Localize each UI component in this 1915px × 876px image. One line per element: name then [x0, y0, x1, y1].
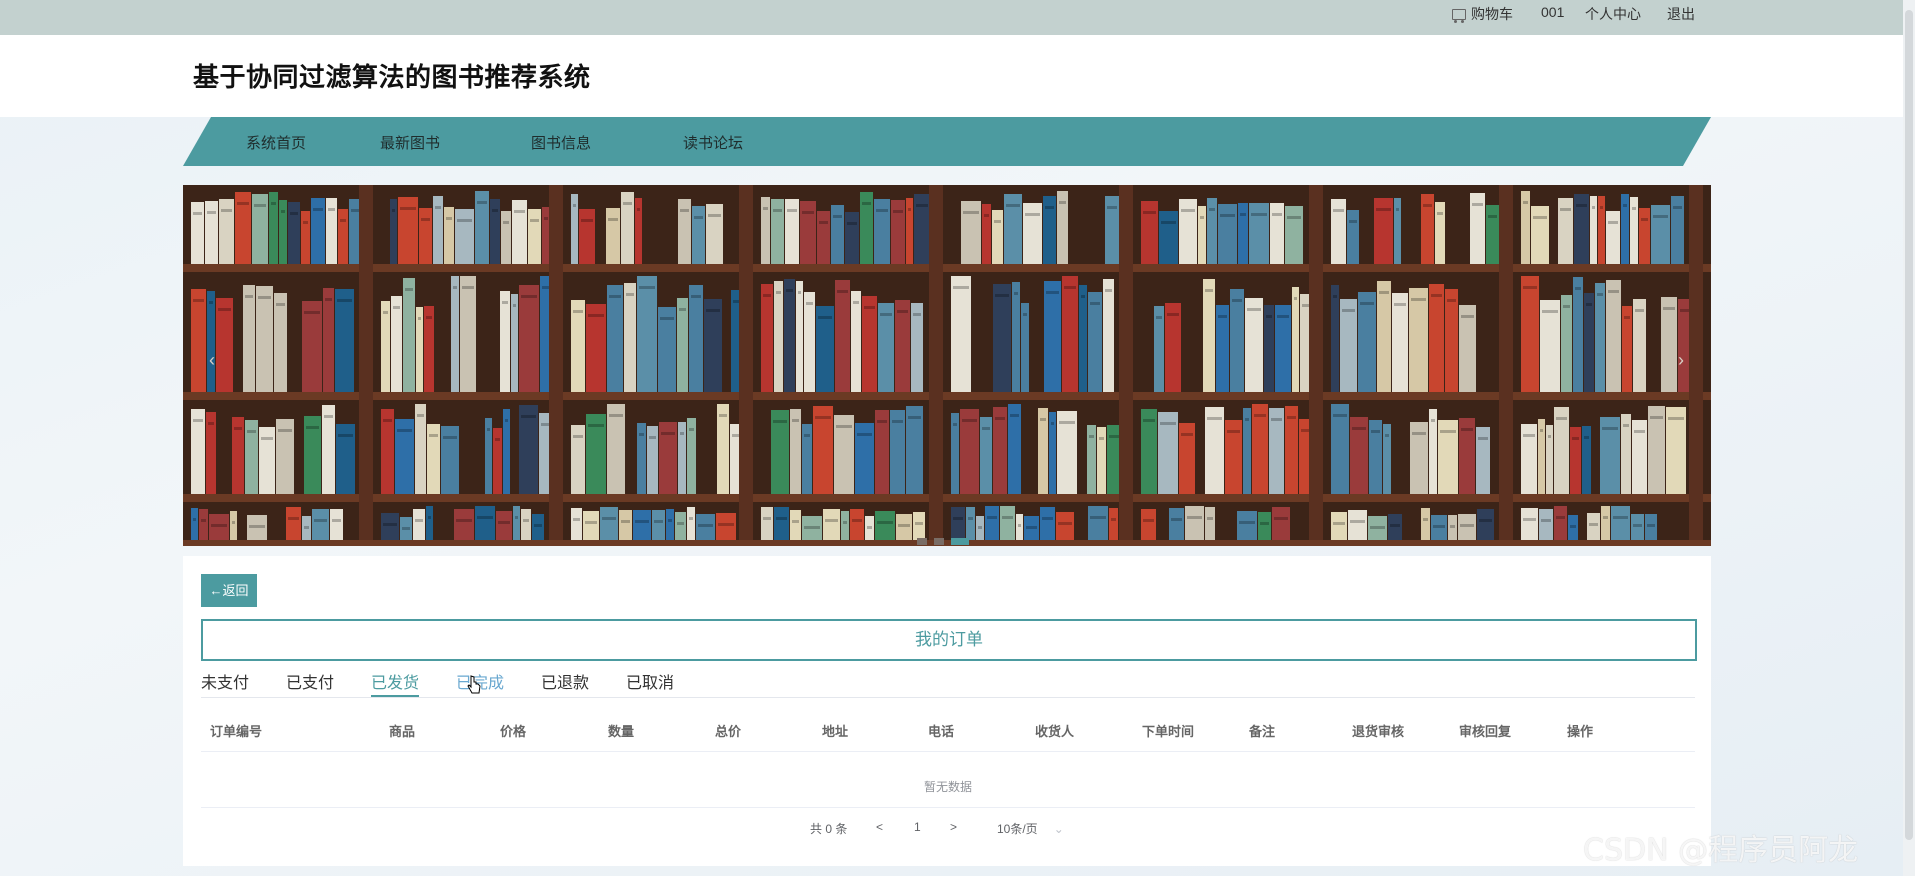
tab-cancelled[interactable]: 已取消 — [626, 669, 674, 695]
profile-link[interactable]: 个人中心 — [1585, 4, 1641, 24]
cart-label: 购物车 — [1471, 6, 1513, 22]
cart-link[interactable]: 购物车 — [1452, 4, 1513, 24]
carousel-next-icon[interactable]: › — [1678, 350, 1684, 371]
column-header: 数量 — [608, 724, 635, 739]
orders-title: 我的订单 — [201, 619, 1697, 661]
bookshelf-image — [183, 185, 1711, 546]
watermark: CSDN @程序员阿龙 — [1583, 833, 1859, 868]
column-header: 收货人 — [1035, 724, 1075, 739]
tab-unpaid[interactable]: 未支付 — [201, 669, 249, 695]
logout-link[interactable]: 退出 — [1667, 4, 1695, 24]
tab-paid[interactable]: 已支付 — [286, 669, 334, 695]
nav-item-book-info[interactable]: 图书信息 — [531, 132, 591, 153]
nav-item-forum[interactable]: 读书论坛 — [683, 132, 743, 153]
order-status-tabs: 未支付 已支付 已发货 已完成 已退款 已取消 — [201, 669, 1695, 698]
column-header: 电话 — [928, 724, 955, 739]
nav-item-new-books[interactable]: 最新图书 — [380, 132, 440, 153]
carousel-dot-active[interactable] — [951, 538, 969, 545]
carousel-prev-icon[interactable]: ‹ — [209, 350, 215, 371]
column-header: 总价 — [715, 724, 742, 739]
tab-shipped[interactable]: 已发货 — [371, 669, 420, 697]
carousel-dot[interactable] — [934, 538, 944, 545]
main-nav: 系统首页 最新图书 图书信息 读书论坛 — [183, 117, 1711, 166]
pagination-total: 共 0 条 — [810, 822, 848, 836]
column-header: 订单编号 — [210, 724, 263, 739]
cart-icon — [1452, 9, 1466, 23]
column-header: 审核回复 — [1459, 724, 1512, 739]
orders-panel: ←返回 我的订单 未支付 已支付 已发货 已完成 已退款 已取消 订单编号 商品… — [183, 556, 1711, 866]
page-size-value: 10条/页 — [997, 822, 1038, 836]
carousel-dot[interactable] — [917, 538, 927, 545]
carousel-dots — [917, 532, 976, 545]
empty-state-text: 暂无数据 — [201, 767, 1695, 808]
username[interactable]: 001 — [1541, 4, 1564, 20]
page-size-select[interactable]: 10条/页 ⌄ — [997, 820, 1064, 837]
pagination-page-1[interactable]: 1 — [914, 820, 921, 834]
pagination-next-button[interactable]: > — [950, 820, 957, 834]
page-scrollbar[interactable] — [1903, 0, 1915, 876]
back-button[interactable]: ←返回 — [201, 574, 257, 607]
column-header: 操作 — [1567, 724, 1594, 739]
nav-item-home[interactable]: 系统首页 — [246, 132, 306, 153]
pointer-cursor-icon — [467, 675, 481, 694]
orders-table-header: 订单编号 商品 价格 数量 总价 地址 电话 收货人 下单时间 备注 退货审核 … — [201, 721, 1695, 752]
header: 基于协同过滤算法的图书推荐系统 — [0, 35, 1915, 117]
column-header: 下单时间 — [1142, 724, 1195, 739]
column-header: 备注 — [1249, 724, 1276, 739]
banner-carousel[interactable]: ‹ › — [183, 185, 1711, 546]
scrollbar-thumb[interactable] — [1905, 10, 1913, 840]
column-header: 商品 — [389, 724, 416, 739]
column-header: 退货审核 — [1352, 724, 1405, 739]
pagination-prev-button[interactable]: < — [876, 820, 883, 834]
chevron-down-icon: ⌄ — [1053, 822, 1064, 836]
site-title: 基于协同过滤算法的图书推荐系统 — [193, 62, 591, 92]
top-bar: 购物车 001 个人中心 退出 — [0, 0, 1915, 35]
column-header: 地址 — [822, 724, 849, 739]
column-header: 价格 — [500, 724, 527, 739]
tab-refunded[interactable]: 已退款 — [541, 669, 589, 695]
